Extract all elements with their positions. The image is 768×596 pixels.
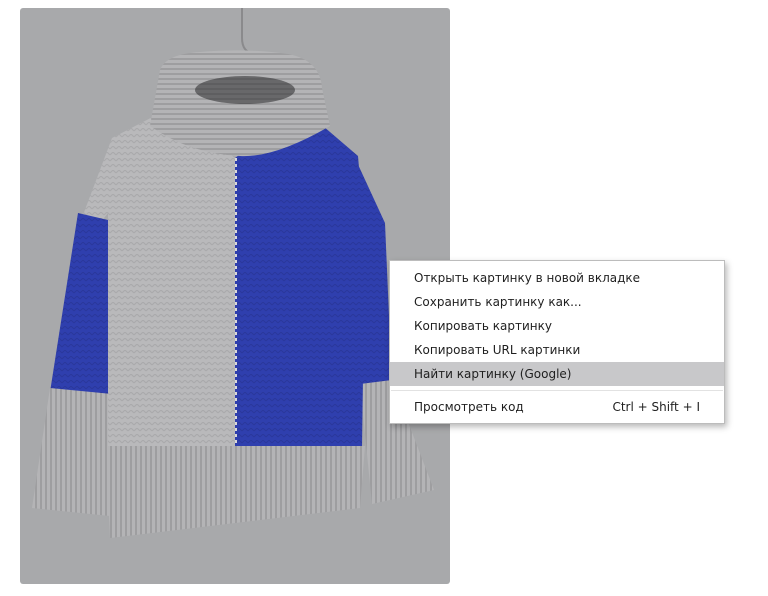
context-menu: Открыть картинку в новой вкладке Сохрани… <box>389 260 725 424</box>
hem <box>106 446 365 538</box>
product-image[interactable] <box>20 8 450 584</box>
menu-item-copy-image[interactable]: Копировать картинку <box>390 314 724 338</box>
menu-item-inspect[interactable]: Просмотреть код Ctrl + Shift + I <box>390 395 724 419</box>
menu-item-shortcut: Ctrl + Shift + I <box>612 400 700 414</box>
menu-item-search-image-google[interactable]: Найти картинку (Google) <box>390 362 724 386</box>
menu-item-save-image-as[interactable]: Сохранить картинку как... <box>390 290 724 314</box>
neck-opening <box>195 76 295 104</box>
left-cuff <box>32 388 112 516</box>
menu-item-copy-image-url[interactable]: Копировать URL картинки <box>390 338 724 362</box>
sweater-illustration <box>32 8 434 538</box>
hanger-hook <box>241 8 255 55</box>
menu-item-label: Найти картинку (Google) <box>414 367 572 381</box>
menu-item-label: Копировать картинку <box>414 319 552 333</box>
body-left <box>108 108 235 448</box>
left-sleeve-blue <box>50 213 112 396</box>
body-right <box>235 108 365 448</box>
browser-page: Открыть картинку в новой вкладке Сохрани… <box>0 0 768 596</box>
menu-item-label: Просмотреть код <box>414 400 524 414</box>
menu-item-label: Открыть картинку в новой вкладке <box>414 271 641 285</box>
menu-separator <box>391 390 723 391</box>
menu-item-open-image-new-tab[interactable]: Открыть картинку в новой вкладке <box>390 266 724 290</box>
menu-item-label: Сохранить картинку как... <box>414 295 582 309</box>
menu-item-label: Копировать URL картинки <box>414 343 581 357</box>
